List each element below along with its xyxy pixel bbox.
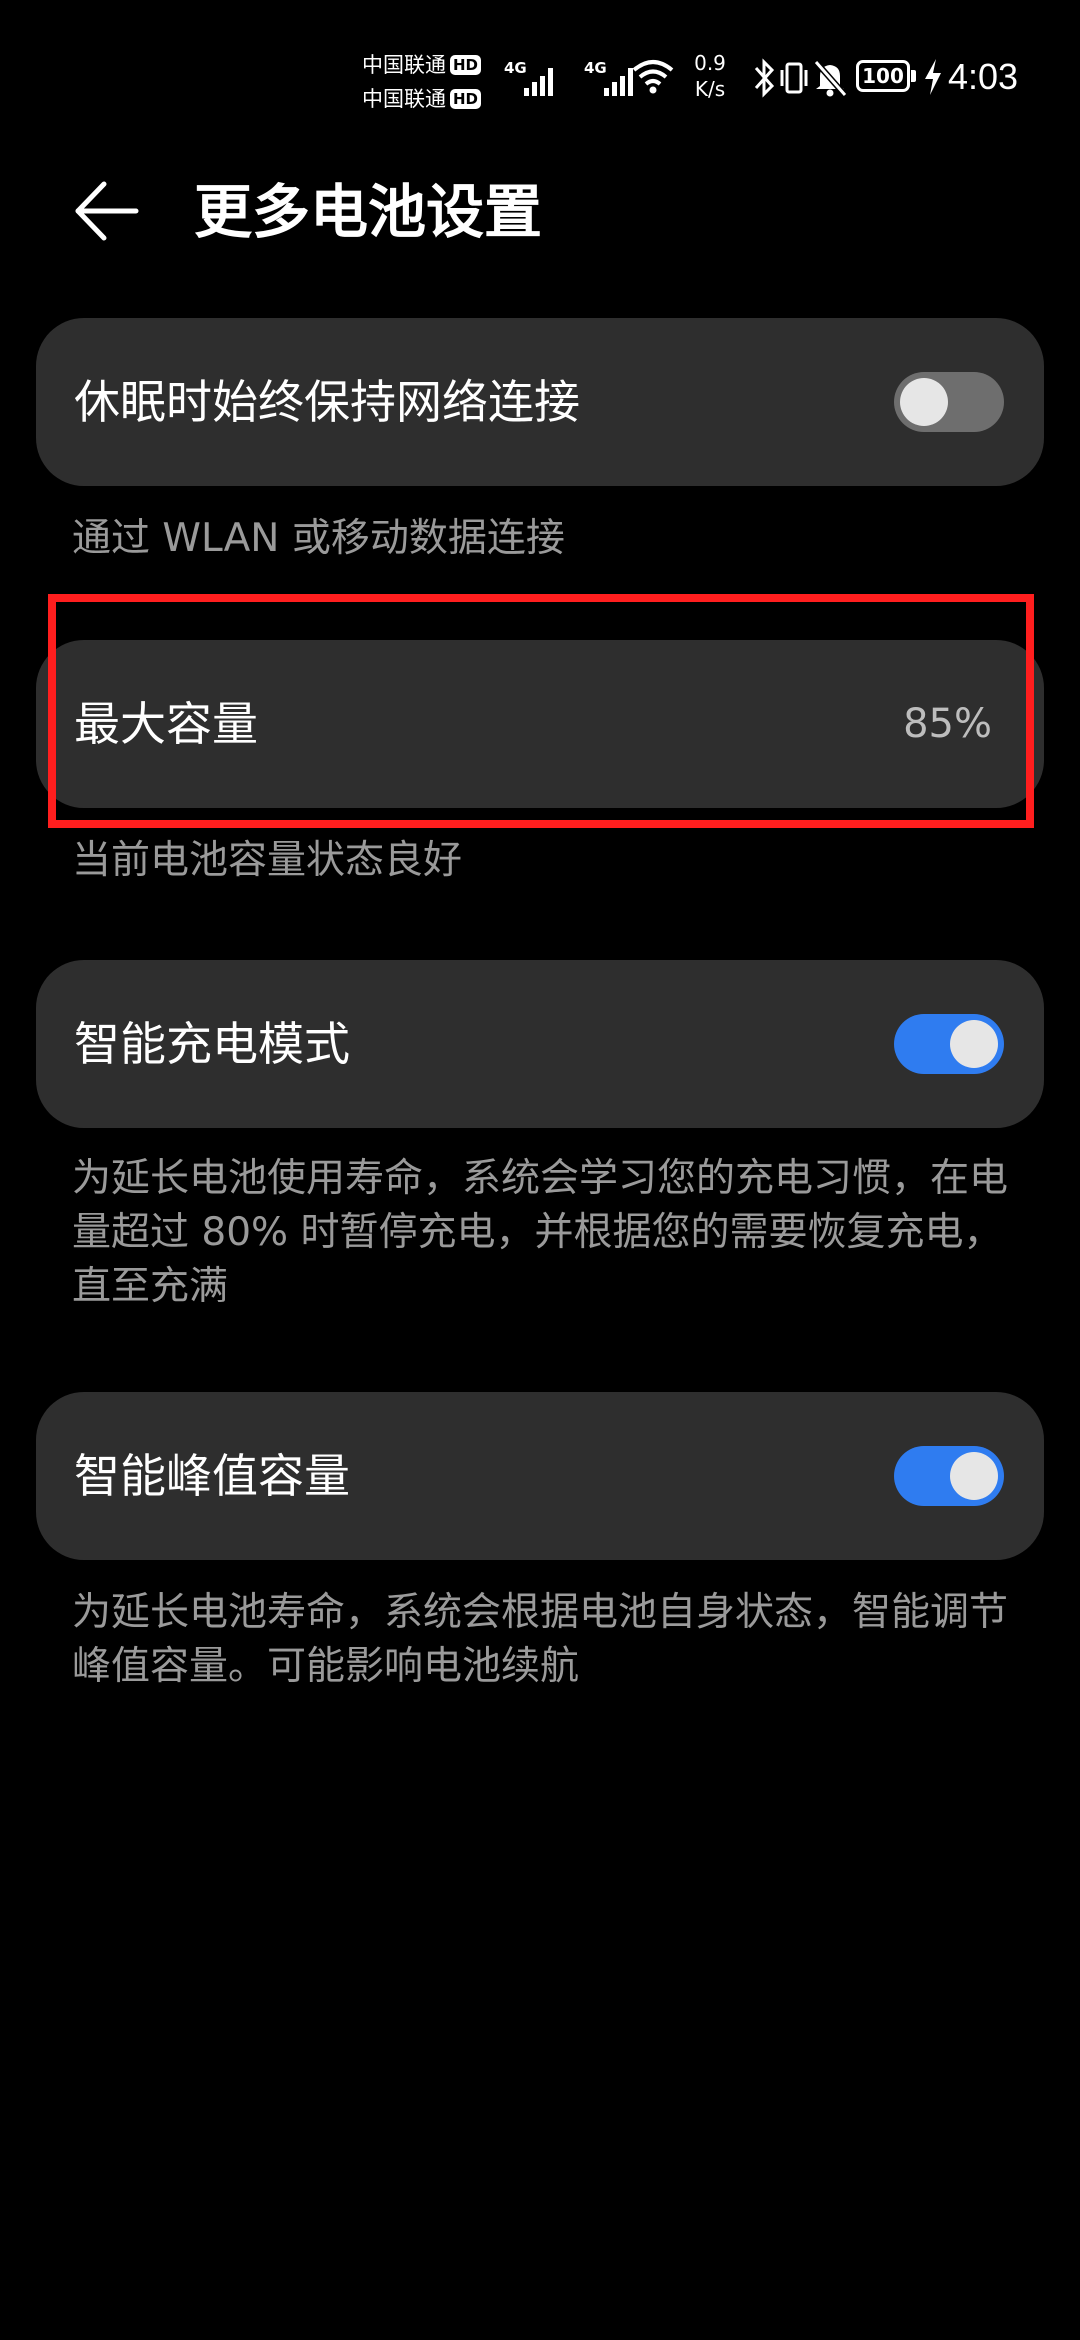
setting-description: 当前电池容量状态良好 [72, 838, 463, 883]
hd-badge-2: HD [450, 89, 482, 109]
signal-icon-sim1: 4G [504, 56, 560, 98]
smart-charging-toggle[interactable] [894, 1014, 1004, 1074]
setting-description: 通过 WLAN 或移动数据连接 [72, 516, 565, 561]
carrier-name-1: 中国联通 [362, 53, 446, 77]
network-speed: 0.9 K/s [684, 50, 736, 102]
toggle-knob [900, 378, 948, 426]
highlight-box [48, 594, 1034, 828]
smart-peak-capacity-toggle[interactable] [894, 1446, 1004, 1506]
arrow-left-icon[interactable] [72, 176, 142, 246]
setting-smart-peak-capacity[interactable]: 智能峰值容量 [36, 1392, 1044, 1560]
status-time: 4:03 [948, 56, 1019, 97]
setting-description: 为延长电池使用寿命，系统会学习您的充电习惯，在电量超过 80% 时暂停充电，并根… [72, 1156, 1009, 1309]
battery-level: 100 [856, 60, 910, 92]
toggle-knob [950, 1020, 998, 1068]
status-bar: 中国联通 HD 中国联通 HD 4G 4G 0.9 K/s 100 4:03 [0, 0, 1080, 160]
carrier-name-2: 中国联通 [362, 87, 446, 111]
battery-cap [911, 70, 916, 82]
setting-label: 智能充电模式 [74, 1017, 350, 1071]
carrier-info: 中国联通 HD 中国联通 HD [362, 48, 494, 116]
setting-smart-charging[interactable]: 智能充电模式 [36, 960, 1044, 1128]
setting-label: 休眠时始终保持网络连接 [74, 375, 580, 429]
bluetooth-icon [754, 58, 775, 98]
setting-label: 智能峰值容量 [74, 1449, 350, 1503]
toggle-knob [950, 1452, 998, 1500]
setting-description: 为延长电池寿命，系统会根据电池自身状态，智能调节峰值容量。可能影响电池续航 [72, 1590, 1009, 1689]
hd-badge-1: HD [450, 55, 482, 75]
network-speed-value: 0.9 [694, 51, 726, 75]
page-title: 更多电池设置 [194, 178, 543, 246]
network-speed-unit: K/s [694, 77, 726, 101]
vibrate-icon [780, 62, 808, 94]
bell-off-icon [813, 60, 848, 97]
network-keepalive-toggle[interactable] [894, 372, 1004, 432]
battery-icon: 100 [856, 60, 918, 94]
charging-icon [925, 59, 941, 95]
setting-network-keepalive[interactable]: 休眠时始终保持网络连接 [36, 318, 1044, 486]
wifi-icon [632, 60, 674, 94]
